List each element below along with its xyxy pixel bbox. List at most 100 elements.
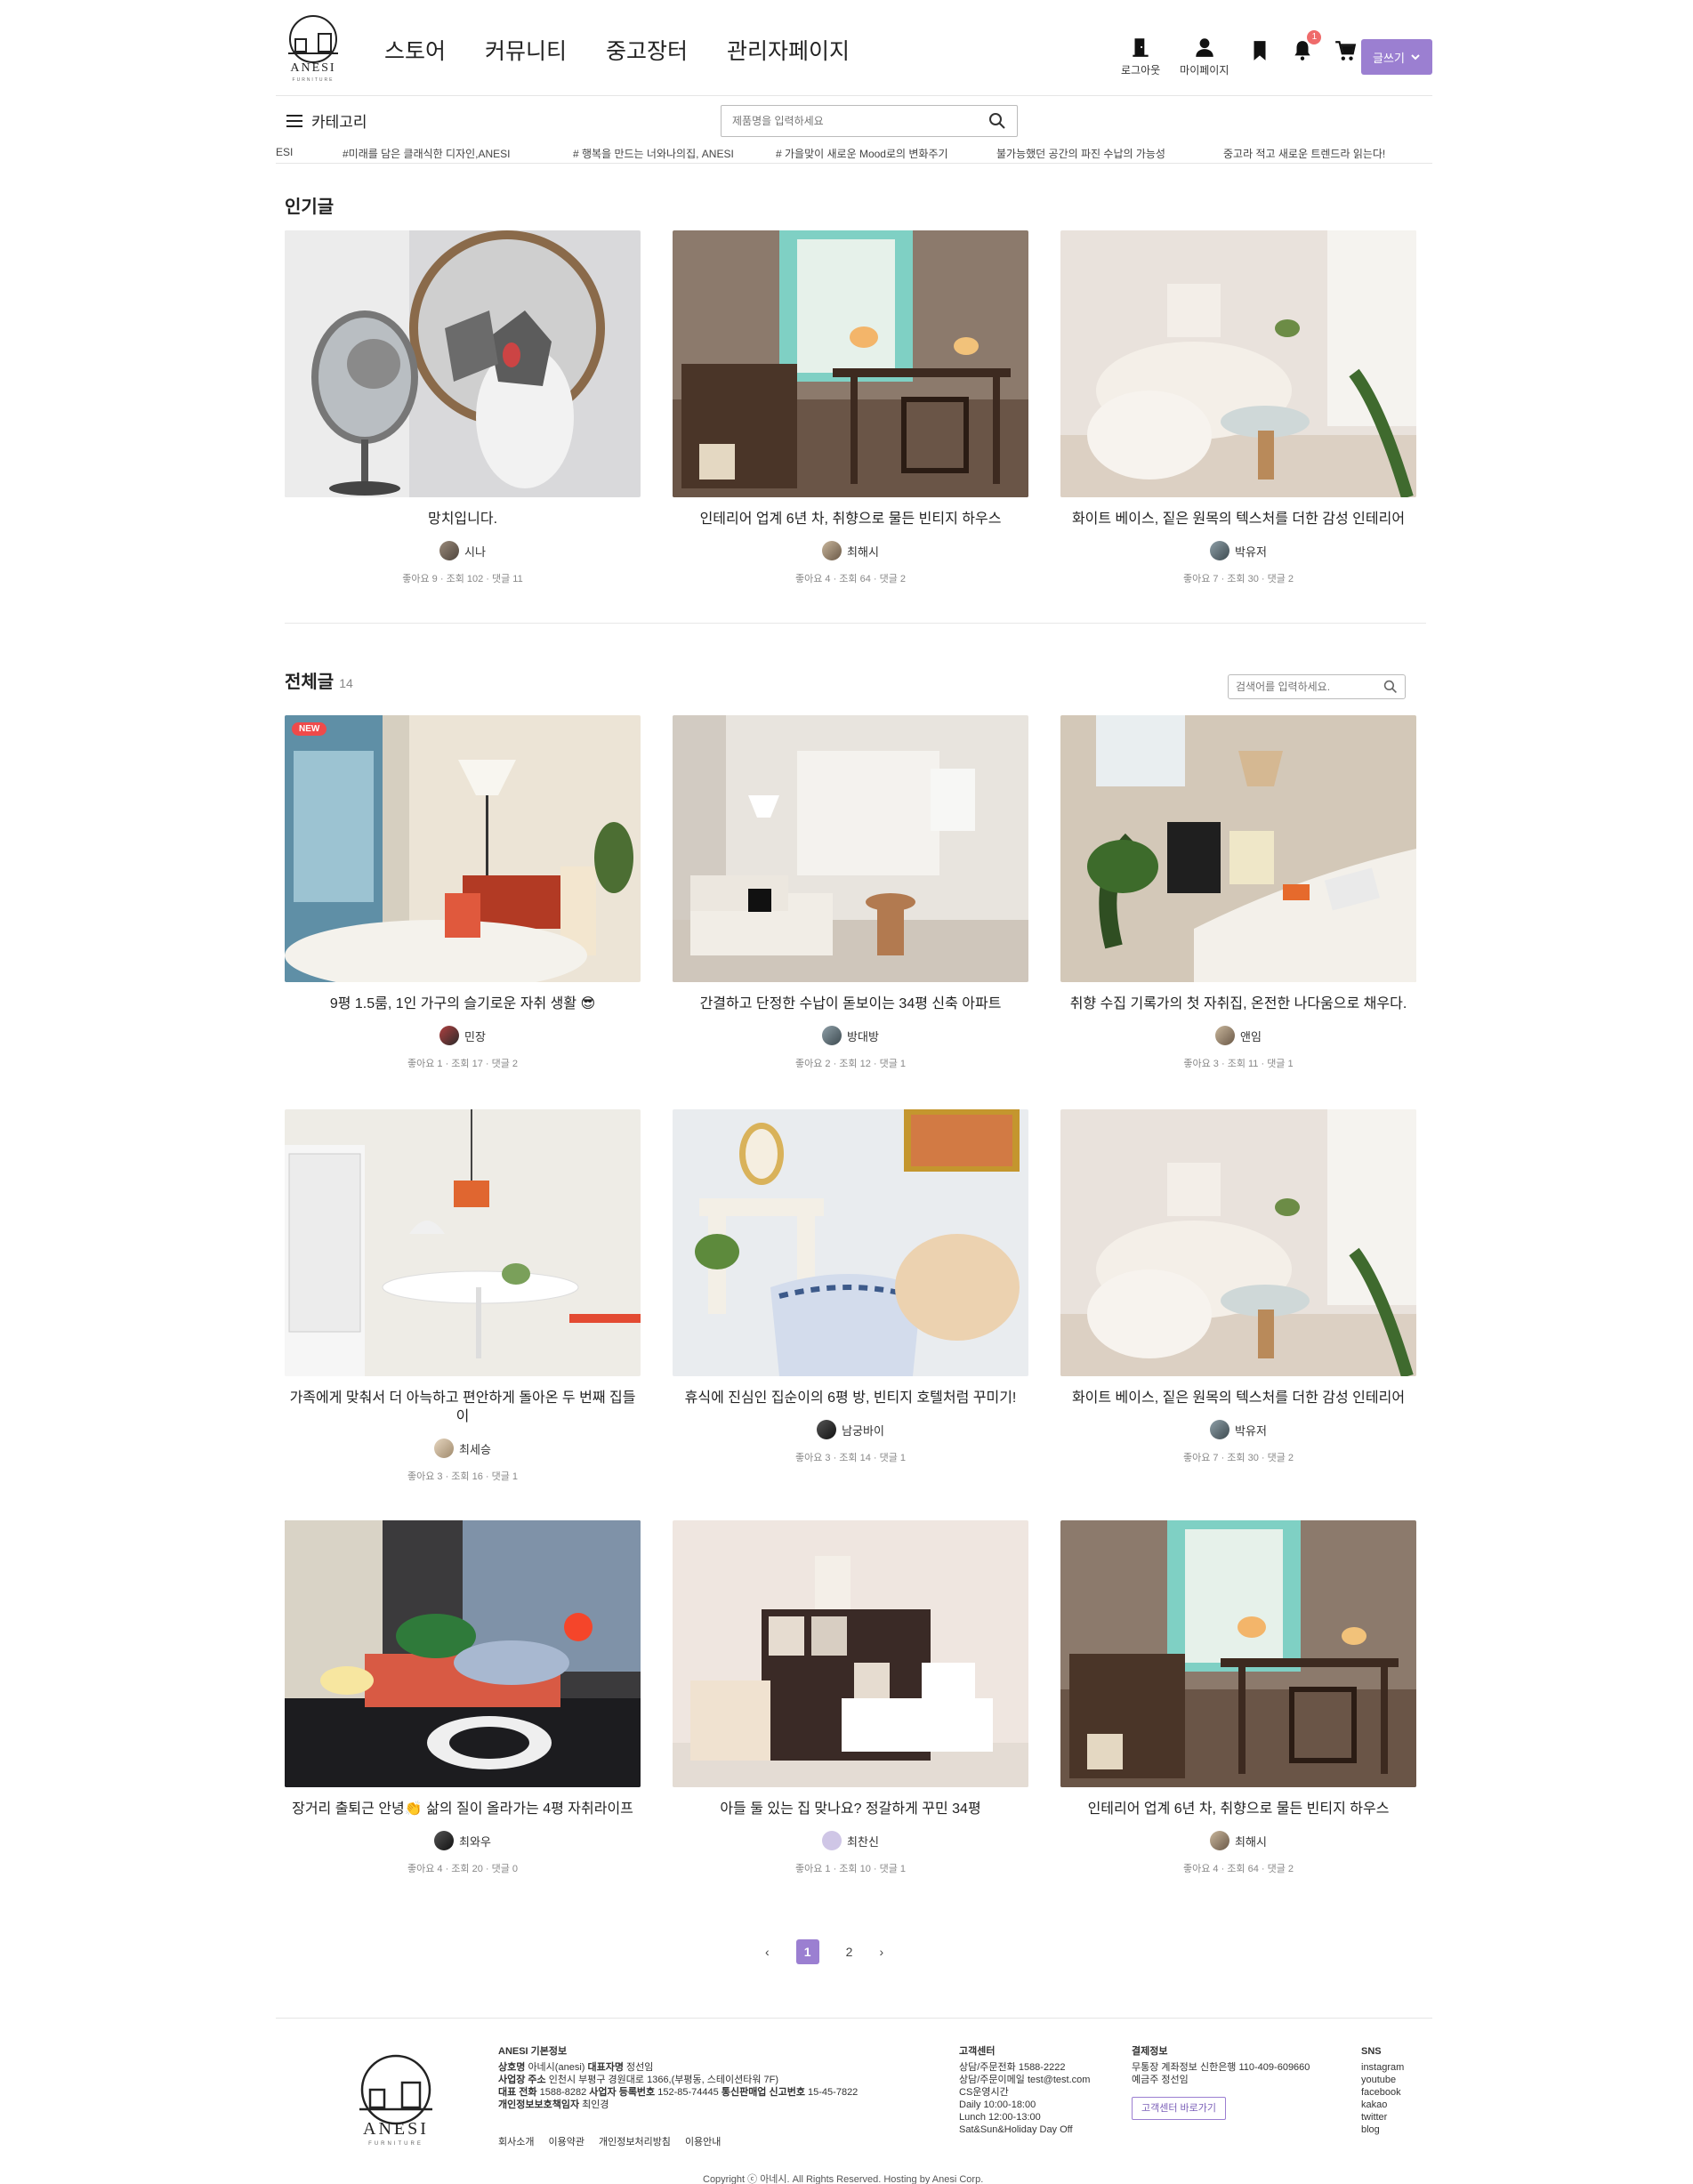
sns-blog[interactable]: blog (1361, 2124, 1404, 2136)
post-meta: 좋아요 1 · 조회 17 · 댓글 2 (407, 1059, 519, 1069)
post-author[interactable]: 최와우 (285, 1831, 641, 1850)
post-card[interactable]: 장거리 출퇴근 안녕👏 삶의 질이 올라가는 4평 자취라이프 최와우 좋아요 … (285, 1520, 641, 1875)
ticker-item[interactable]: 불가능했던 공간의 파진 수납의 가능성 (996, 146, 1165, 161)
post-title[interactable]: 9평 1.5룸, 1인 가구의 슬기로운 자취 생활 😎 (285, 995, 641, 1013)
post-thumbnail[interactable] (673, 1520, 1028, 1787)
post-author[interactable]: 남궁바이 (673, 1420, 1028, 1439)
post-title[interactable]: 장거리 출퇴근 안녕👏 삶의 질이 올라가는 4평 자취라이프 (285, 1800, 641, 1818)
post-title[interactable]: 화이트 베이스, 짙은 원목의 텍스처를 더한 감성 인테리어 (1060, 1389, 1416, 1407)
popular-post-card[interactable]: 망치입니다. 시나 좋아요 9 · 조회 102 · 댓글 11 (285, 230, 641, 585)
post-author[interactable]: 최해시 (1060, 1831, 1416, 1850)
prev-page-button[interactable]: ‹ (765, 1945, 770, 1959)
post-thumbnail[interactable] (1060, 715, 1416, 982)
post-title[interactable]: 망치입니다. (285, 510, 641, 528)
post-title[interactable]: 간결하고 단정한 수납이 돋보이는 34평 신축 아파트 (673, 995, 1028, 1013)
product-search-input[interactable] (732, 115, 988, 127)
post-thumbnail[interactable] (673, 230, 1028, 497)
post-meta: 좋아요 3 · 조회 14 · 댓글 1 (794, 1453, 907, 1463)
footer-links: 회사소개 이용약관 개인정보처리방침 이용안내 (498, 2134, 721, 2148)
sns-kakao[interactable]: kakao (1361, 2099, 1404, 2111)
post-author[interactable]: 박유저 (1060, 1420, 1416, 1439)
search-icon[interactable] (1383, 680, 1398, 694)
cs-shortcut-button[interactable]: 고객센터 바로가기 (1132, 2097, 1227, 2120)
header-actions: 로그아웃 마이페이지 1 (1121, 30, 1357, 77)
footer-link-guide[interactable]: 이용안내 (685, 2134, 721, 2148)
post-author[interactable]: 민장 (285, 1026, 641, 1045)
post-search-input[interactable] (1236, 681, 1383, 693)
ticker-item[interactable]: # 가을맞이 새로운 Mood로의 변화주기 (776, 146, 948, 161)
page-1-button[interactable]: 1 (795, 1939, 819, 1964)
post-card[interactable]: NEW 9평 1.5룸, 1인 가구의 슬기로운 자취 생활 😎 민장 좋아요 … (285, 715, 641, 1070)
search-icon[interactable] (988, 112, 1006, 130)
post-card[interactable]: 휴식에 진심인 집순이의 6평 방, 빈티지 호텔처럼 꾸미기! 남궁바이 좋아… (673, 1109, 1028, 1464)
post-card[interactable]: 간결하고 단정한 수납이 돋보이는 34평 신축 아파트 방대방 좋아요 2 ·… (673, 715, 1028, 1070)
post-author[interactable]: 최해시 (673, 541, 1028, 560)
post-thumbnail[interactable] (285, 1109, 641, 1376)
page-2-button[interactable]: 2 (846, 1945, 853, 1959)
nav-store[interactable]: 스토어 (384, 34, 446, 66)
cs-title: 고객센터 (959, 2046, 996, 2057)
avatar (439, 541, 460, 560)
nav-admin[interactable]: 관리자페이지 (727, 34, 850, 66)
bookmark-button[interactable] (1248, 36, 1271, 66)
mypage-button[interactable]: 마이페이지 (1180, 36, 1229, 77)
post-card[interactable]: 인테리어 업계 6년 차, 취향으로 물든 빈티지 하우스 최해시 좋아요 4 … (1060, 1520, 1416, 1875)
category-menu[interactable]: 카테고리 (286, 109, 367, 132)
post-author[interactable]: 최세승 (285, 1439, 641, 1458)
company-info-line: 상호명 아네시(anesi) 대표자명 정선임 (498, 2062, 654, 2073)
post-card[interactable]: 아들 둘 있는 집 맞나요? 정갈하게 꾸민 34평 최찬신 좋아요 1 · 조… (673, 1520, 1028, 1875)
nav-community[interactable]: 커뮤니티 (485, 34, 567, 66)
post-card[interactable]: 화이트 베이스, 짙은 원목의 텍스처를 더한 감성 인테리어 박유저 좋아요 … (1060, 1109, 1416, 1464)
post-title[interactable]: 취향 수집 기록가의 첫 자취집, 온전한 나다움으로 채우다. (1060, 995, 1416, 1013)
post-card[interactable]: 가족에게 맞춰서 더 아늑하고 편안하게 돌아온 두 번째 집들이 최세승 좋아… (285, 1109, 641, 1483)
post-thumbnail[interactable] (673, 1109, 1028, 1376)
post-title[interactable]: 휴식에 진심인 집순이의 6평 방, 빈티지 호텔처럼 꾸미기! (673, 1389, 1028, 1407)
post-title[interactable]: 인테리어 업계 6년 차, 취향으로 물든 빈티지 하우스 (1060, 1800, 1416, 1818)
footer-link-privacy[interactable]: 개인정보처리방침 (599, 2134, 671, 2148)
post-thumbnail[interactable] (1060, 1109, 1416, 1376)
user-icon (1196, 38, 1213, 57)
post-author[interactable]: 시나 (285, 541, 641, 560)
post-title[interactable]: 아들 둘 있는 집 맞나요? 정갈하게 꾸민 34평 (673, 1800, 1028, 1818)
post-author[interactable]: 방대방 (673, 1026, 1028, 1045)
ticker-item[interactable]: 중고라 적고 새로운 트렌드라 읽는다! (1223, 146, 1385, 161)
ticker-item[interactable]: #미래를 담은 클래식한 디자인,ANESI (343, 146, 511, 161)
author-name: 최해시 (1235, 1834, 1267, 1849)
post-thumbnail[interactable] (673, 715, 1028, 982)
avatar (434, 1439, 455, 1458)
post-thumbnail[interactable] (1060, 1520, 1416, 1787)
cart-button[interactable] (1334, 36, 1357, 66)
post-author[interactable]: 최찬신 (673, 1831, 1028, 1850)
footer-link-terms[interactable]: 이용약관 (548, 2134, 584, 2148)
sns-twitter[interactable]: twitter (1361, 2111, 1404, 2124)
write-button[interactable]: 글쓰기 (1361, 39, 1432, 75)
nav-used-market[interactable]: 중고장터 (606, 34, 688, 66)
anesi-logo[interactable]: ANESI FURNITURE (276, 12, 351, 85)
next-page-button[interactable]: › (879, 1945, 883, 1959)
logout-button[interactable]: 로그아웃 (1121, 36, 1160, 77)
notification-button[interactable]: 1 (1291, 30, 1322, 66)
footer-link-about[interactable]: 회사소개 (498, 2134, 534, 2148)
post-title[interactable]: 화이트 베이스, 짙은 원목의 텍스처를 더한 감성 인테리어 (1060, 510, 1416, 528)
author-name: 방대방 (847, 1029, 879, 1044)
post-thumbnail[interactable] (285, 1520, 641, 1787)
post-thumbnail[interactable]: NEW (285, 715, 641, 982)
post-card[interactable]: 취향 수집 기록가의 첫 자취집, 온전한 나다움으로 채우다. 앤임 좋아요 … (1060, 715, 1416, 1070)
post-title[interactable]: 인테리어 업계 6년 차, 취향으로 물든 빈티지 하우스 (673, 510, 1028, 528)
pay-title: 결제정보 (1132, 2046, 1168, 2057)
post-author[interactable]: 박유저 (1060, 541, 1416, 560)
new-badge: NEW (292, 722, 327, 736)
sns-youtube[interactable]: youtube (1361, 2074, 1404, 2086)
post-thumbnail[interactable] (1060, 230, 1416, 497)
sns-instagram[interactable]: instagram (1361, 2061, 1404, 2074)
pagination: ‹ 1 2 › (765, 1939, 883, 1964)
post-title[interactable]: 가족에게 맞춰서 더 아늑하고 편안하게 돌아온 두 번째 집들이 (285, 1389, 641, 1426)
ticker-item[interactable]: ESI (276, 146, 293, 158)
post-author[interactable]: 앤임 (1060, 1026, 1416, 1045)
author-name: 최찬신 (847, 1834, 879, 1849)
ticker-item[interactable]: # 행복을 만드는 너와나의집, ANESI (573, 146, 734, 161)
popular-post-card[interactable]: 인테리어 업계 6년 차, 취향으로 물든 빈티지 하우스 최해시 좋아요 4 … (673, 230, 1028, 585)
post-thumbnail[interactable] (285, 230, 641, 497)
sns-facebook[interactable]: facebook (1361, 2086, 1404, 2099)
popular-post-card[interactable]: 화이트 베이스, 짙은 원목의 텍스처를 더한 감성 인테리어 박유저 좋아요 … (1060, 230, 1416, 585)
